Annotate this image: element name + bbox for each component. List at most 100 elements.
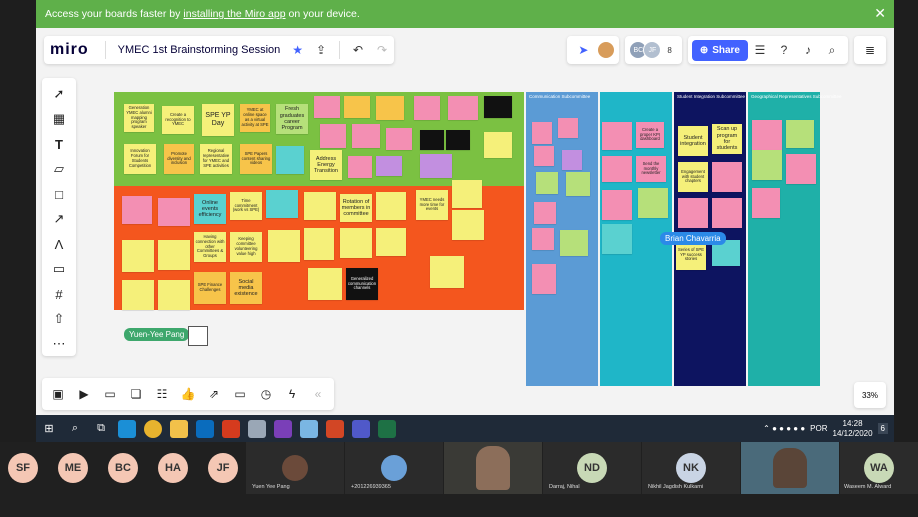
sticky-note[interactable]	[638, 188, 668, 218]
sticky-note[interactable]	[420, 130, 444, 150]
comment-icon[interactable]: ▭	[48, 259, 70, 279]
templates-icon[interactable]: ▦	[48, 109, 70, 129]
sticky-note[interactable]: Scan up program for students	[712, 124, 742, 154]
sticky-note[interactable]	[376, 96, 404, 120]
sticky-note[interactable]	[712, 198, 742, 228]
sticky-note[interactable]	[752, 120, 782, 150]
search-icon[interactable]: ⌕	[820, 38, 844, 62]
sticky-note[interactable]: Engagement with student chapters	[678, 162, 708, 192]
sticky-note[interactable]	[484, 96, 512, 118]
sticky-note[interactable]	[602, 156, 632, 182]
sticky-note[interactable]: SPE Finance Challenges	[194, 272, 226, 304]
sticky-note[interactable]	[786, 120, 814, 148]
sticky-note[interactable]: Promote diversity and inclusion	[164, 144, 194, 174]
sticky-note[interactable]	[752, 188, 780, 218]
sticky-note[interactable]: Rotation of members in committee	[340, 194, 372, 222]
sticky-note[interactable]: YMEC needs more time for events	[416, 190, 448, 220]
sticky-note[interactable]: Social media existence	[230, 272, 262, 304]
sticky-note[interactable]	[386, 128, 412, 150]
sticky-note[interactable]	[376, 156, 402, 176]
sticky-note[interactable]	[536, 172, 558, 194]
sticky-note[interactable]: SPE Papers content sharing videos	[240, 144, 272, 174]
sticky-note[interactable]	[320, 124, 346, 148]
sticky-note[interactable]	[376, 192, 406, 220]
sticky-note[interactable]	[158, 198, 190, 226]
sticky-note[interactable]: Generalized communication channels	[346, 268, 378, 300]
lightning-icon[interactable]: ϟ	[280, 382, 304, 406]
install-app-link[interactable]: installing the Miro app	[183, 8, 285, 20]
sticky-note[interactable]: Create a recognition to YMEC	[162, 106, 194, 134]
participant-video-tile[interactable]: +201226939365	[345, 442, 443, 494]
selection-box[interactable]	[188, 326, 208, 346]
star-icon[interactable]: ★	[286, 43, 309, 57]
cursor-follow-icon[interactable]: ➤	[571, 38, 595, 62]
sticky-note[interactable]: Online events efficiency	[194, 194, 226, 224]
sticky-note[interactable]	[122, 240, 154, 272]
sticky-note[interactable]	[276, 146, 304, 174]
sticky-note[interactable]	[484, 132, 512, 158]
participant-video-tile[interactable]: WA Waseem M. Alward	[840, 442, 918, 494]
powerpoint-app-icon[interactable]	[326, 419, 344, 438]
sticky-note[interactable]	[752, 150, 782, 180]
participant-video-tile[interactable]: NK Nikhil Jagdish Kulkarni	[642, 442, 740, 494]
windows-start-icon[interactable]: ⊞	[36, 415, 62, 442]
sticky-note[interactable]: YMEC at online space as a virtual activi…	[240, 104, 270, 132]
close-icon[interactable]: ✕	[874, 5, 886, 22]
sticky-note[interactable]	[532, 228, 554, 250]
chrome-app-icon[interactable]	[144, 419, 162, 438]
participant-video-tile[interactable]: Yuen Yee Pang	[246, 442, 344, 494]
keyboard-language[interactable]: POR	[810, 424, 827, 433]
sticky-note[interactable]: Regional representative for YMEC and SPE…	[200, 144, 232, 174]
sticky-note[interactable]	[558, 118, 578, 138]
sticky-note[interactable]	[352, 124, 380, 148]
sticky-note[interactable]: Create a proper KPI dashboard	[636, 122, 664, 148]
sticky-note[interactable]	[532, 122, 552, 144]
shape-icon[interactable]: □	[48, 184, 70, 204]
outlook-app-icon[interactable]	[196, 419, 214, 438]
sticky-note[interactable]	[304, 228, 334, 260]
participant-avatar-tile[interactable]: ME	[56, 442, 90, 494]
connection-line-icon[interactable]: ↗	[48, 209, 70, 229]
sticky-note-icon[interactable]: ▱	[48, 159, 70, 179]
sticky-note[interactable]	[266, 190, 298, 218]
sticky-note[interactable]: Address Energy Transition	[310, 150, 342, 180]
undo-icon[interactable]: ↶	[346, 38, 370, 62]
sticky-note[interactable]	[340, 228, 372, 258]
sticky-note[interactable]	[712, 162, 742, 192]
zoom-level[interactable]: 33%	[854, 382, 886, 408]
more-icon[interactable]: ⋯	[48, 334, 70, 354]
sticky-note[interactable]	[566, 172, 590, 196]
share-button[interactable]: ⊕ Share	[691, 39, 748, 61]
sticky-note[interactable]	[448, 96, 478, 120]
excel-app-icon[interactable]	[378, 419, 396, 438]
sticky-note[interactable]	[602, 224, 632, 254]
sticky-note[interactable]	[446, 130, 470, 150]
participant-avatar-tile[interactable]: HA	[156, 442, 190, 494]
sticky-note[interactable]	[122, 196, 152, 224]
share-screen-icon[interactable]: ⇗	[202, 382, 226, 406]
sticky-note[interactable]	[344, 96, 370, 118]
sticky-note[interactable]	[602, 190, 632, 220]
sticky-note[interactable]	[562, 150, 582, 170]
office-app-icon[interactable]	[222, 419, 240, 438]
sticky-note[interactable]	[314, 96, 340, 118]
sticky-note[interactable]	[158, 280, 190, 310]
sticky-note[interactable]	[452, 180, 482, 208]
sticky-note[interactable]	[534, 146, 554, 166]
sticky-note[interactable]	[268, 230, 300, 262]
search-icon[interactable]: ⌕	[62, 415, 88, 442]
sticky-note[interactable]: Innovation Forum for Students Competitio…	[124, 144, 156, 174]
clock[interactable]: 14:28 14/12/2020	[833, 419, 873, 438]
participant-video-tile[interactable]	[444, 442, 542, 494]
online-count[interactable]: 8	[661, 46, 677, 55]
participant-video-tile[interactable]: ND Darraj, Nihal	[543, 442, 641, 494]
select-cursor-icon[interactable]: ➚	[48, 84, 70, 104]
miro-board-canvas[interactable]: miro YMEC 1st Brainstorming Session ★ ⇪ …	[36, 28, 894, 415]
chat-icon[interactable]: ❏	[124, 382, 148, 406]
help-icon[interactable]: ?	[772, 38, 796, 62]
text-tool-icon[interactable]: T	[48, 134, 70, 154]
upload-icon[interactable]: ⇧	[48, 309, 70, 329]
frame-icon[interactable]: #	[48, 284, 70, 304]
sticky-note[interactable]	[534, 202, 556, 224]
participant-avatar-tile[interactable]: JF	[206, 442, 240, 494]
